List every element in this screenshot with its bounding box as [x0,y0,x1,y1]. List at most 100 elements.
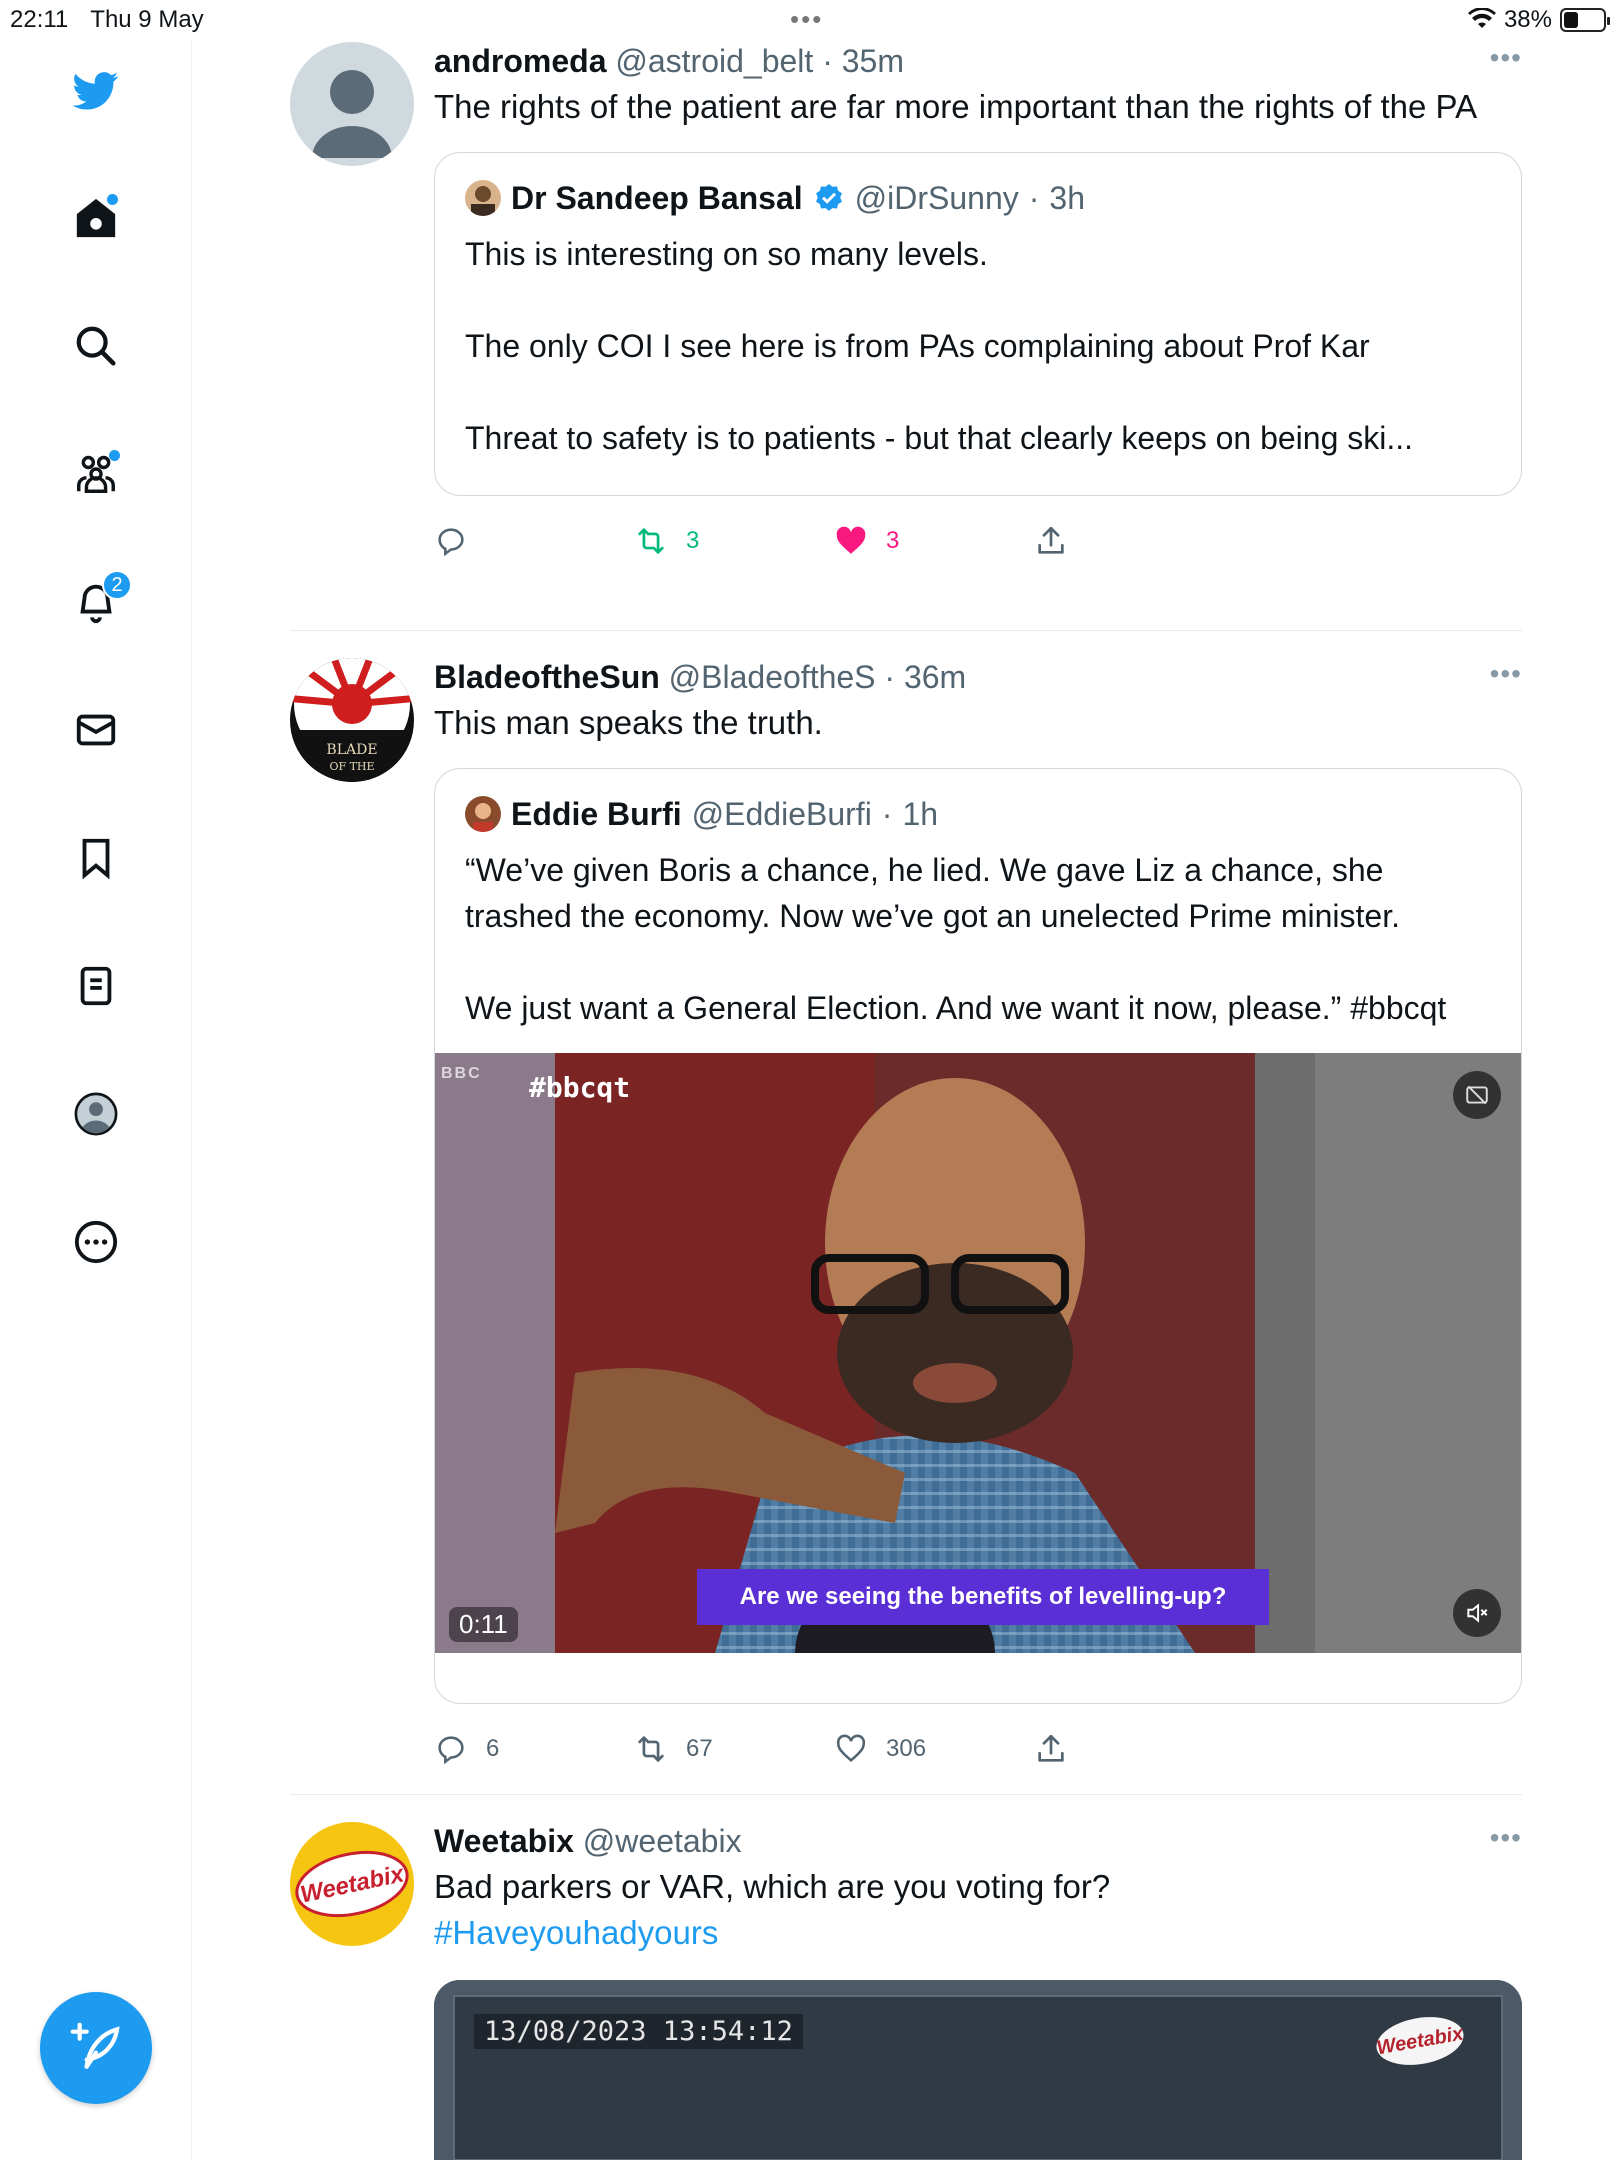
quoted-author-handle: @iDrSunny [854,180,1019,216]
quoted-tweet-text: “We’ve given Boris a chance, he lied. We… [465,847,1491,1031]
reply-button[interactable]: 6 [434,1724,499,1774]
quoted-author-name: Eddie Burfi [511,796,682,832]
quoted-avatar [465,796,501,832]
share-icon [1038,1734,1064,1762]
retweet-button[interactable]: 67 [634,1724,713,1774]
svg-text:OF THE: OF THE [329,760,374,773]
quoted-tweet[interactable]: Eddie Burfi @EddieBurfi · 1h “We’ve give… [434,768,1522,1704]
captions-toggle-button[interactable] [1453,1071,1501,1119]
reply-icon [438,1736,464,1765]
author-handle[interactable]: @BladeoftheS [669,659,876,695]
quoted-tweet-time: 3h [1049,180,1085,216]
video-frame [434,1980,1522,2160]
tweet-actions: 3 3 [434,516,1522,566]
compose-tweet-button[interactable] [40,1992,152,2104]
compose-feather-icon [70,2022,120,2069]
author-name[interactable]: Weetabix [434,1823,574,1859]
quote-line: We just want a General Election. And we … [465,990,1447,1026]
muted-speaker-icon [1467,1603,1488,1623]
tweet-header: andromeda @astroid_belt · 35m [434,42,1522,80]
author-name[interactable]: BladeoftheSun [434,659,660,695]
communities-unread-dot [109,450,120,461]
hashtag-link[interactable]: #Haveyouhadyours [434,1910,1522,1956]
retweet-count: 3 [686,527,700,554]
reply-button[interactable] [434,516,486,566]
like-count: 3 [886,527,900,554]
tweet-header: Weetabix @weetabix [434,1822,1522,1860]
like-count: 306 [886,1735,927,1762]
messages-icon[interactable] [70,704,122,756]
tweet-header: BladeoftheSun @BladeoftheS · 36m [434,658,1522,696]
heart-filled-icon [836,526,866,554]
profile-icon[interactable] [70,1088,122,1140]
share-button[interactable] [1034,1724,1068,1774]
avatar[interactable]: BLADE OF THE [290,658,414,782]
sidebar: 2 [0,40,192,2160]
more-menu-icon[interactable]: ••• [1490,658,1522,690]
tweet-divider [290,1794,1522,1795]
tweet-time[interactable]: 36m [904,659,966,695]
share-button[interactable] [1034,516,1068,566]
battery-percent: 38% [1503,6,1552,33]
status-time: 22:11 [10,6,69,33]
retweet-icon [638,528,664,554]
status-bar: 22:11 Thu 9 May ••• 38% [0,0,1620,40]
video-frame [435,1053,1521,1653]
author-name[interactable]: andromeda [434,43,606,79]
lists-icon[interactable] [70,960,122,1012]
tweet-text: Bad parkers or VAR, which are you voting… [434,1864,1522,1956]
tweet-divider [290,630,1522,631]
bbc-watermark: BBC [441,1065,482,1082]
author-handle[interactable]: @weetabix [583,1823,742,1859]
avatar-logo-text: BLADE [326,742,377,758]
captions-icon [1466,1085,1488,1105]
separator-dot: · [884,659,896,695]
avatar[interactable]: Weetabix [290,1822,414,1946]
quote-line [465,939,1491,985]
more-menu-icon[interactable]: ••• [1490,1822,1522,1854]
multitasking-dots[interactable]: ••• [790,4,823,35]
tweet-time[interactable]: 35m [842,43,904,79]
quote-line: Threat to safety is to patients - but th… [465,420,1414,456]
separator-dot: · [881,796,893,832]
status-date: Thu 9 May [90,6,204,33]
notifications-icon[interactable]: 2 [70,570,132,628]
notifications-badge: 2 [102,570,132,600]
battery-icon [1560,8,1610,32]
quoted-tweet[interactable]: Dr Sandeep Bansal @iDrSunny · 3h This is… [434,152,1522,496]
more-menu-icon[interactable]: ••• [1490,42,1522,74]
weetabix-video[interactable]: 13/08/2023 13:54:12 Weetabix [434,1980,1522,2160]
quote-line: “We’ve given Boris a chance, he lied. We… [465,852,1400,934]
share-icon [1038,526,1064,554]
video-player[interactable]: BBC #bbcqt Are we seeing the benefits of… [435,1053,1521,1653]
tweet-actions: 6 67 306 [434,1724,1522,1774]
quote-line [465,369,1491,415]
reply-count: 6 [486,1735,500,1762]
home-unread-dot [107,194,118,205]
quoted-author-handle: @EddieBurfi [691,796,872,832]
like-button[interactable]: 306 [834,1724,926,1774]
search-icon[interactable] [70,320,122,372]
twitter-logo-icon[interactable] [70,64,122,116]
cctv-timestamp: 13/08/2023 13:54:12 [474,2014,803,2049]
quoted-avatar [465,180,501,216]
bookmark-icon[interactable] [70,832,122,884]
quoted-tweet-text: This is interesting on so many levels. T… [465,231,1491,461]
tweet-text: The rights of the patient are far more i… [434,88,1478,125]
like-button[interactable]: 3 [834,516,899,566]
verified-badge-icon [815,184,842,211]
quoted-author-name: Dr Sandeep Bansal [511,180,803,216]
author-handle[interactable]: @astroid_belt [615,43,813,79]
home-icon[interactable] [70,192,122,244]
tweet-text: This man speaks the truth. [434,704,823,741]
more-options-icon[interactable] [70,1216,122,1268]
heart-icon [836,1734,866,1763]
communities-icon[interactable] [70,448,122,500]
retweet-button[interactable]: 3 [634,516,699,566]
reply-icon [438,528,464,557]
quote-line: The only COI I see here is from PAs comp… [465,328,1370,364]
video-hashtag-overlay: #bbcqt [529,1071,631,1104]
separator-dot: · [822,43,833,79]
mute-toggle-button[interactable] [1453,1589,1501,1637]
avatar[interactable] [290,42,414,166]
